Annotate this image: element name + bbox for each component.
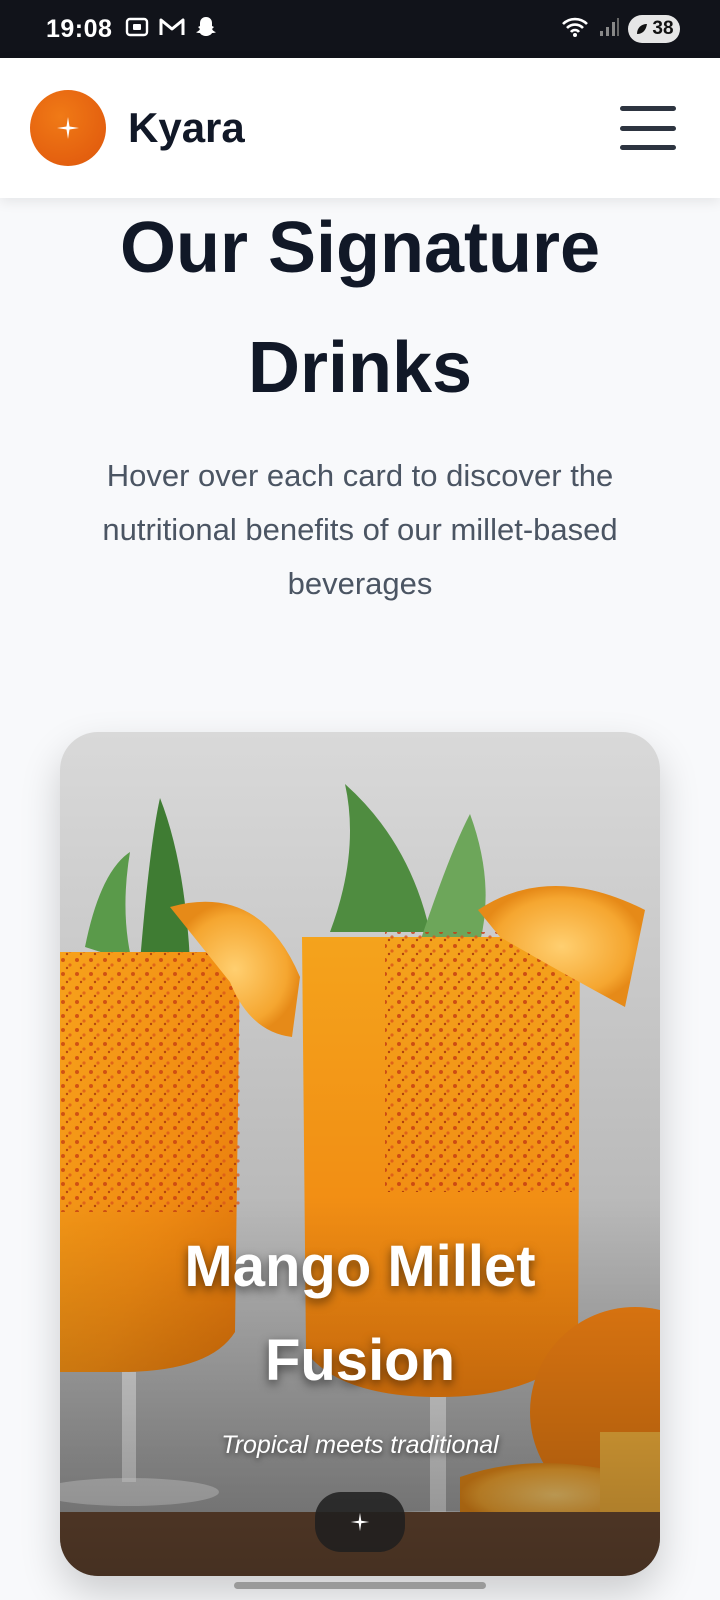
screenshot-icon xyxy=(124,15,150,44)
signal-icon xyxy=(598,16,620,43)
battery-icon: 38 xyxy=(628,15,680,43)
page-title-line2: Drinks xyxy=(247,328,473,408)
snapchat-icon xyxy=(194,15,218,44)
brand-name[interactable]: Kyara xyxy=(128,104,245,152)
drink-card-title-line2: Fusion xyxy=(264,1328,456,1393)
drink-card-title-line1: Mango Millet xyxy=(184,1234,536,1299)
gmail-icon xyxy=(158,16,186,43)
sparkle-icon xyxy=(57,117,79,139)
wifi-icon xyxy=(560,15,590,44)
page-subtitle-line1: Hover over each card to discover the xyxy=(106,458,614,493)
hamburger-menu-icon[interactable] xyxy=(620,106,676,150)
home-indicator[interactable] xyxy=(234,1582,486,1589)
drink-card-title: Mango Millet Fusion xyxy=(0,1220,720,1408)
battery-level: 38 xyxy=(652,18,674,39)
page-title: Our Signature Drinks xyxy=(0,188,720,428)
page-subtitle-line2: nutritional benefits of our millet-based xyxy=(102,512,618,547)
page-subtitle: Hover over each card to discover the nut… xyxy=(60,449,660,611)
page-title-line1: Our Signature xyxy=(119,208,601,288)
drink-card-tagline: Tropical meets traditional xyxy=(221,1431,499,1459)
page-subtitle-line3: beverages xyxy=(287,566,433,601)
sparkle-icon xyxy=(350,1512,370,1532)
status-bar: 19:08 38 xyxy=(0,0,720,58)
status-notification-icons xyxy=(124,15,218,44)
status-system-icons: 38 xyxy=(560,15,680,44)
app-screen: 19:08 38 Kyara Our Signature Drinks Hove… xyxy=(0,0,720,1600)
drink-card-action-button[interactable] xyxy=(315,1492,405,1552)
status-time: 19:08 xyxy=(46,14,113,43)
brand-logo[interactable] xyxy=(30,90,106,166)
site-header: Kyara xyxy=(0,58,720,198)
